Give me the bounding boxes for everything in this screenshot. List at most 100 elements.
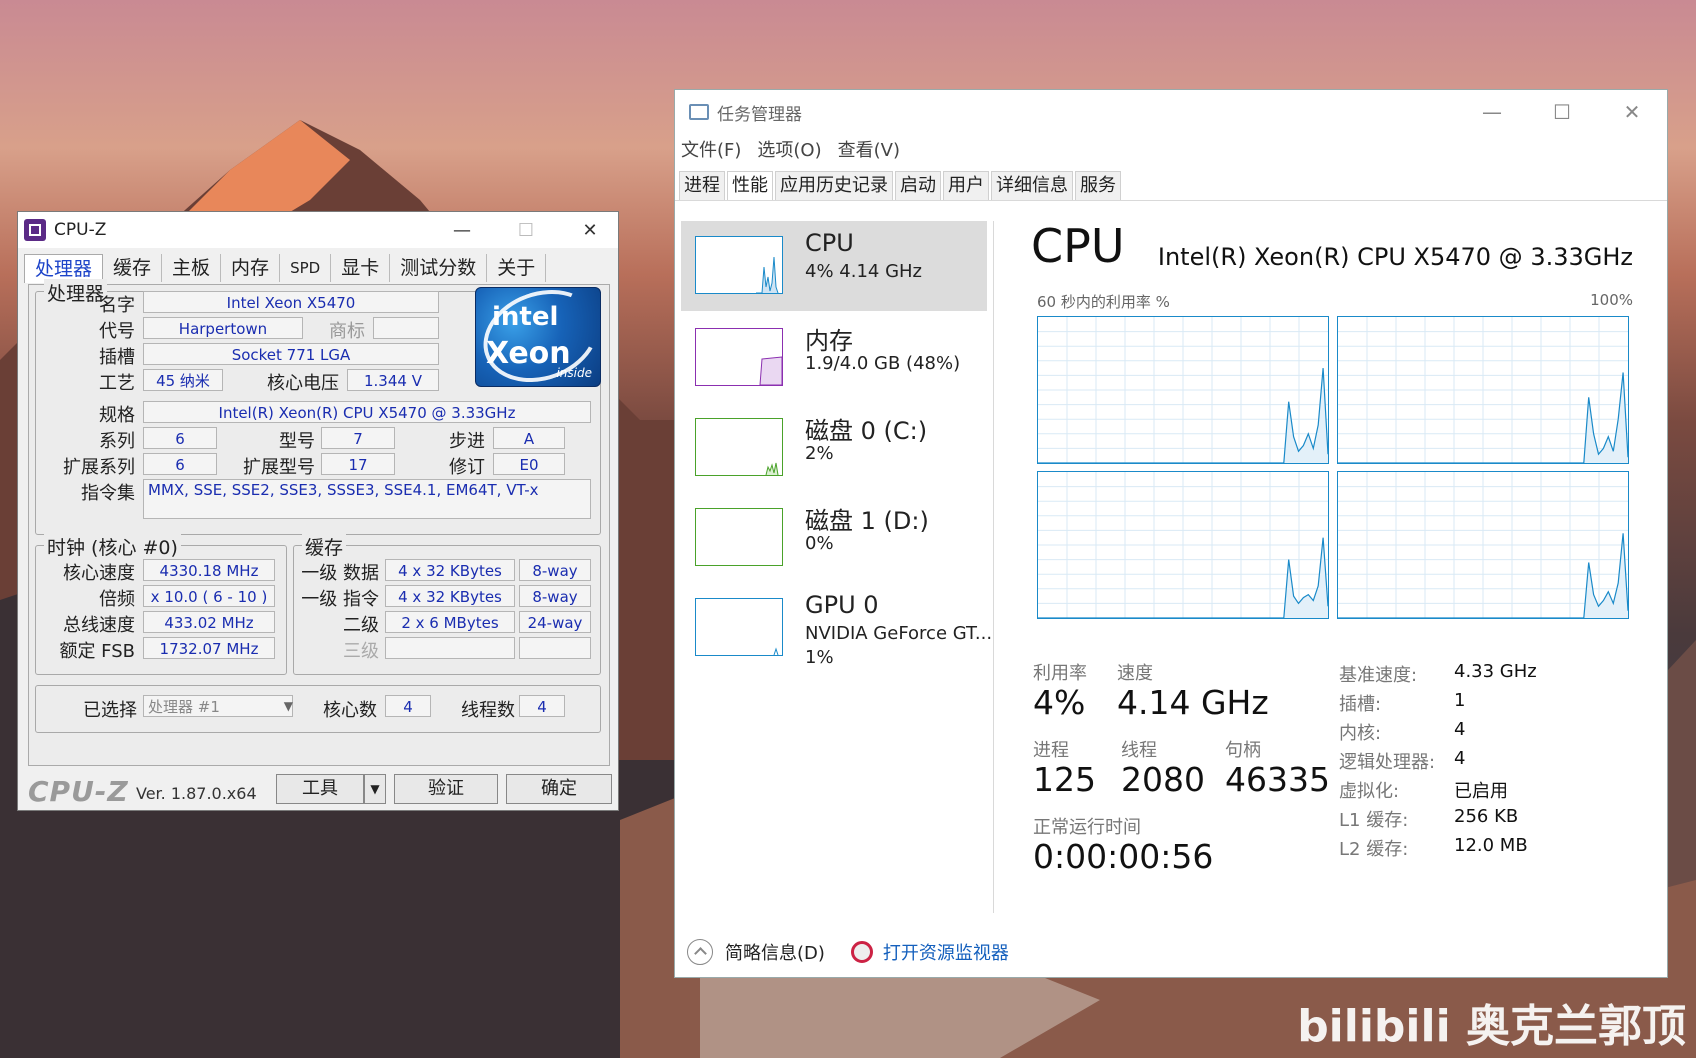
tools-button[interactable]: 工具 bbox=[276, 774, 364, 804]
task-manager-window: 任务管理器 — ☐ ✕ 文件(F) 选项(O) 查看(V) 进程 性能 应用历史… bbox=[674, 89, 1668, 978]
cpuz-window: CPU-Z — ☐ ✕ 处理器 缓存 主板 内存 SPD 显卡 测试分数 关于 … bbox=[17, 211, 619, 811]
performance-body: CPU 4% 4.14 GHz 内存 1.9/4.0 GB (48%) 磁盘 0… bbox=[675, 200, 1667, 978]
core-graph-2 bbox=[1037, 471, 1329, 619]
core-graph-0 bbox=[1037, 316, 1329, 464]
tab-app-history[interactable]: 应用历史记录 bbox=[775, 171, 893, 201]
l1-cache-label: L1 缓存: bbox=[1339, 810, 1409, 831]
threads-label: 线程 bbox=[1121, 740, 1157, 761]
tab-memory[interactable]: 内存 bbox=[221, 254, 281, 282]
codename-label: 代号 bbox=[99, 321, 135, 342]
processor-select[interactable]: 处理器 #1 bbox=[143, 695, 293, 717]
tools-dropdown-button[interactable]: ▼ bbox=[364, 774, 386, 804]
tab-mainboard[interactable]: 主板 bbox=[162, 254, 222, 282]
ok-button[interactable]: 确定 bbox=[506, 774, 612, 804]
cpu-thumb-graph bbox=[695, 236, 783, 294]
ext-model-label: 扩展型号 bbox=[243, 457, 315, 478]
codename-value: Harpertown bbox=[143, 317, 303, 339]
tab-graphics[interactable]: 显卡 bbox=[331, 254, 391, 282]
tab-bench[interactable]: 测试分数 bbox=[390, 254, 488, 282]
core-graph-1 bbox=[1337, 316, 1629, 464]
name-label: 名字 bbox=[99, 295, 135, 316]
handles-label: 句柄 bbox=[1225, 740, 1261, 761]
chevron-up-icon[interactable] bbox=[687, 939, 713, 965]
window-title: 任务管理器 bbox=[717, 104, 802, 125]
l1-cache-value: 256 KB bbox=[1454, 806, 1519, 827]
graph-caption: 60 秒内的利用率 % bbox=[1037, 293, 1170, 311]
fewer-details-link[interactable]: 简略信息(D) bbox=[725, 939, 825, 965]
l3-way bbox=[519, 637, 591, 659]
window-title: CPU-Z bbox=[54, 220, 107, 240]
bus-speed-value: 433.02 MHz bbox=[143, 611, 275, 633]
sidebar-item-disk1[interactable]: 磁盘 1 (D:) 0% bbox=[681, 493, 987, 583]
revision-label: 修订 bbox=[449, 457, 485, 478]
stepping-value: A bbox=[493, 427, 565, 449]
menu-options[interactable]: 选项(O) bbox=[757, 136, 821, 162]
tab-about[interactable]: 关于 bbox=[487, 254, 547, 282]
sidebar-item-name: CPU bbox=[805, 229, 854, 257]
tab-details[interactable]: 详细信息 bbox=[991, 171, 1073, 201]
tab-performance[interactable]: 性能 bbox=[727, 171, 773, 201]
minimize-button[interactable]: — bbox=[430, 212, 494, 248]
technology-value: 45 纳米 bbox=[143, 369, 223, 391]
stepping-label: 步进 bbox=[449, 431, 485, 452]
memory-thumb-graph bbox=[695, 328, 783, 386]
tab-services[interactable]: 服务 bbox=[1075, 171, 1121, 201]
l2-way: 24-way bbox=[519, 611, 591, 633]
sidebar-item-cpu[interactable]: CPU 4% 4.14 GHz bbox=[681, 221, 987, 311]
sidebar-item-disk0[interactable]: 磁盘 0 (C:) 2% bbox=[681, 403, 987, 493]
menu-view[interactable]: 查看(V) bbox=[838, 136, 900, 162]
sidebar-item-sub: 2% bbox=[805, 443, 834, 464]
resource-monitor-icon bbox=[850, 941, 873, 963]
handles-value: 46335 bbox=[1225, 760, 1330, 799]
close-button[interactable]: ✕ bbox=[1597, 90, 1667, 134]
sidebar-item-memory[interactable]: 内存 1.9/4.0 GB (48%) bbox=[681, 313, 987, 403]
bilibili-watermark: bilibili 奥克兰郭顶 bbox=[1297, 1001, 1686, 1052]
sidebar-item-gpu0[interactable]: GPU 0 NVIDIA GeForce GT... 1% bbox=[681, 583, 992, 673]
l3-label: 三级 bbox=[343, 641, 379, 662]
close-button[interactable]: ✕ bbox=[558, 212, 622, 248]
threads-label: 线程数 bbox=[461, 700, 515, 721]
instructions-value: MMX, SSE, SSE2, SSE3, SSSE3, SSE4.1, EM6… bbox=[143, 479, 591, 519]
l1d-value: 4 x 32 KBytes bbox=[385, 559, 515, 581]
cores-value: 4 bbox=[385, 695, 431, 717]
maximize-button[interactable]: ☐ bbox=[494, 212, 558, 248]
gpu0-thumb-graph bbox=[695, 598, 783, 656]
minimize-button[interactable]: — bbox=[1457, 90, 1527, 134]
tab-processes[interactable]: 进程 bbox=[679, 171, 725, 201]
validate-button[interactable]: 验证 bbox=[394, 774, 498, 804]
logical-processors-value: 4 bbox=[1454, 748, 1466, 769]
brand-label: 商标 bbox=[329, 321, 365, 342]
tab-spd[interactable]: SPD bbox=[280, 254, 332, 282]
revision-value: E0 bbox=[493, 453, 565, 475]
l1d-label: 一级 数据 bbox=[301, 563, 379, 584]
uptime-value: 0:00:00:56 bbox=[1033, 837, 1214, 876]
disk1-thumb-graph bbox=[695, 508, 783, 566]
sidebar-item-sub: 1.9/4.0 GB (48%) bbox=[805, 353, 961, 374]
graph-max-label: 100% bbox=[1590, 291, 1633, 309]
brand-value bbox=[373, 317, 439, 339]
open-resource-monitor-link[interactable]: 打开资源监视器 bbox=[883, 939, 1009, 965]
l2-label: 二级 bbox=[343, 615, 379, 636]
maximize-button[interactable]: ☐ bbox=[1527, 90, 1597, 134]
cpu-heading: CPU bbox=[1031, 219, 1125, 273]
sidebar-item-name: 磁盘 0 (C:) bbox=[805, 417, 928, 445]
l1i-label: 一级 指令 bbox=[301, 589, 379, 610]
menu-bar: 文件(F) 选项(O) 查看(V) bbox=[681, 136, 900, 162]
l1i-value: 4 x 32 KBytes bbox=[385, 585, 515, 607]
ext-model-value: 17 bbox=[321, 453, 395, 475]
sidebar-item-sub: 4% 4.14 GHz bbox=[805, 261, 923, 282]
core-graph-3 bbox=[1337, 471, 1629, 619]
tab-cache[interactable]: 缓存 bbox=[103, 254, 163, 282]
family-value: 6 bbox=[143, 427, 217, 449]
logical-processors-label: 逻辑处理器: bbox=[1339, 752, 1436, 773]
sidebar-item-name: GPU 0 bbox=[805, 591, 879, 619]
base-speed-label: 基准速度: bbox=[1339, 665, 1418, 686]
menu-file[interactable]: 文件(F) bbox=[681, 136, 741, 162]
tab-startup[interactable]: 启动 bbox=[895, 171, 941, 201]
utilization-value: 4% bbox=[1033, 683, 1086, 722]
spec-label: 规格 bbox=[99, 405, 135, 426]
tab-users[interactable]: 用户 bbox=[943, 171, 989, 201]
sockets-label: 插槽: bbox=[1339, 694, 1382, 715]
threads-value: 2080 bbox=[1121, 760, 1205, 799]
multiplier-label: 倍频 bbox=[99, 589, 135, 610]
